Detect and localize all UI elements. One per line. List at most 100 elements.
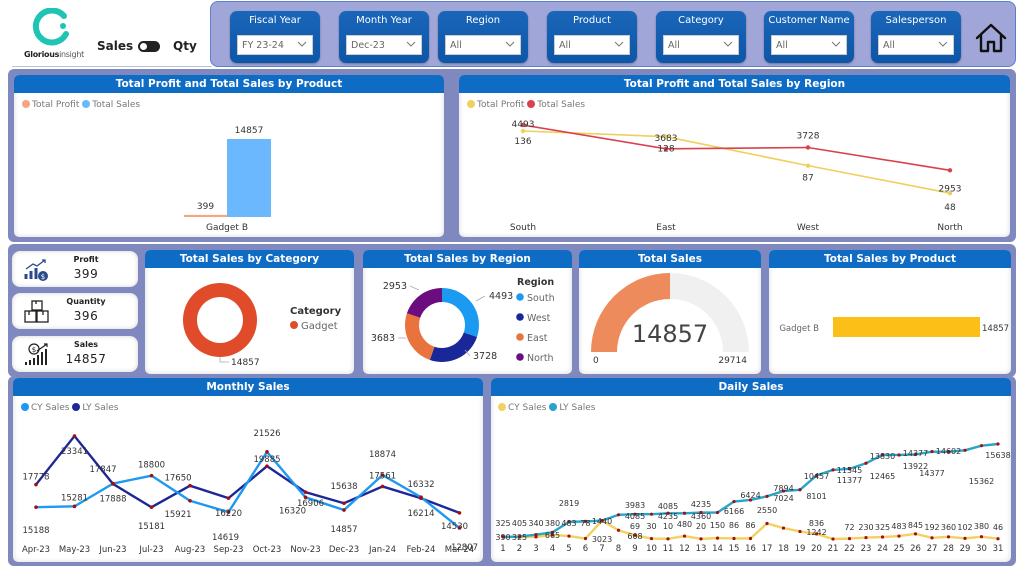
x-tick-label: 15 <box>729 544 740 554</box>
point-cy-sales <box>930 536 934 540</box>
point-cy-sales <box>567 534 571 538</box>
point-cy-sales <box>847 536 852 541</box>
header-divider <box>12 66 212 67</box>
point-cy-sales <box>149 473 154 478</box>
filter-bar: Fiscal Year FY 23-24 Month Year Dec-23 Regio… <box>210 1 1016 67</box>
x-tick-label: 18 <box>778 544 789 554</box>
slicer-title: Customer Name <box>768 15 850 26</box>
point-ly-sales <box>111 482 115 486</box>
x-tick-label: West <box>797 223 820 233</box>
point-ly-sales <box>996 442 1000 446</box>
data-label: 845 <box>908 521 923 530</box>
data-label: 480 <box>677 520 692 529</box>
sales-by-category-card: Total Sales by Category 14857 Category Gad… <box>145 250 354 374</box>
x-tick-label: 20 <box>811 544 822 554</box>
point-ly-sales <box>682 511 687 515</box>
x-tick-label: 1 <box>500 544 505 554</box>
bar-total-profit <box>184 214 227 217</box>
slicer-category: Category All <box>656 11 746 63</box>
data-label: 15638 <box>985 451 1010 460</box>
legend-dot <box>516 313 524 321</box>
x-tick-label: 30 <box>976 544 987 554</box>
x-tick-label: 21 <box>828 544 839 554</box>
slicer-value: All <box>559 40 571 51</box>
data-label-profit: 136 <box>514 137 531 147</box>
data-label: 665 <box>545 531 560 540</box>
x-tick-label: 7 <box>599 544 604 554</box>
slicer-dropdown[interactable]: All <box>663 35 739 55</box>
card-title: Total Sales by Category <box>145 250 354 268</box>
data-label: 4360 <box>691 512 711 521</box>
point-ly-sales <box>649 512 654 516</box>
data-label: 15362 <box>969 477 994 486</box>
point-ly-sales <box>616 513 621 517</box>
data-label-sales: 4493 <box>512 120 535 130</box>
point-cy-sales <box>765 521 769 526</box>
data-label: 16220 <box>215 509 242 519</box>
data-label: 14857 <box>235 126 264 136</box>
slicer-dropdown[interactable]: FY 23-24 <box>237 35 313 55</box>
slicer-customer-name: Customer Name All <box>764 11 854 63</box>
point-cy-sales <box>265 450 269 454</box>
x-tick-label: 14 <box>712 544 723 554</box>
data-label: 3728 <box>473 351 497 362</box>
brand-name: Gloriousinsight <box>18 50 90 59</box>
chevron-down-icon <box>297 41 307 47</box>
point-cy-sales <box>342 508 346 512</box>
data-label: 483 <box>561 519 576 528</box>
kpi-card-sales: $ Sales 14857 <box>12 336 138 372</box>
slicer-title: Region <box>465 15 501 26</box>
x-tick-label: 27 <box>927 544 938 554</box>
kpi-label: Quantity <box>66 297 106 306</box>
slicer-dropdown[interactable]: All <box>445 35 521 55</box>
point-ly-sales <box>303 490 308 494</box>
slicer-dropdown[interactable]: Dec-23 <box>346 35 422 55</box>
x-tick-label: Aug-23 <box>175 545 205 555</box>
home-icon[interactable] <box>974 21 1008 55</box>
data-label: 4085 <box>625 512 645 521</box>
data-label: 483 <box>891 522 906 531</box>
x-tick-label: Feb-24 <box>407 545 436 555</box>
data-label: 6424 <box>740 491 760 500</box>
donut-slice-north <box>406 288 442 318</box>
sales-qty-toggle[interactable] <box>138 41 160 52</box>
legend-label: East <box>527 333 548 344</box>
x-tick-label: 29 <box>960 544 971 554</box>
point-cy-sales <box>880 535 885 539</box>
point-cy-sales <box>715 536 720 540</box>
data-label-profit: 48 <box>944 203 956 213</box>
chevron-down-icon <box>505 41 515 47</box>
data-label: 4493 <box>489 291 513 302</box>
x-tick-label: 16 <box>745 544 756 554</box>
data-label: 102 <box>957 523 972 532</box>
data-label: 399 <box>197 202 214 212</box>
gauge-max-label: 29714 <box>718 356 747 366</box>
point-cy-sales <box>946 535 951 539</box>
slicer-value: All <box>668 40 680 51</box>
legend-label: South <box>527 293 555 304</box>
legend-label: Gadget <box>301 321 338 332</box>
slicer-dropdown[interactable]: All <box>554 35 630 55</box>
point-ly-sales <box>34 482 38 487</box>
data-label: 1242 <box>806 528 826 537</box>
monthly-line-chart: 1518815281 178881880015921146192152616320… <box>22 429 478 555</box>
x-tick-label: Dec-23 <box>329 545 359 555</box>
data-label: 405 <box>512 519 527 528</box>
logo-mark-icon <box>32 7 69 46</box>
slicer-dropdown[interactable]: All <box>771 35 847 55</box>
x-tick-label: South <box>510 223 536 233</box>
data-label: 14530 <box>441 522 468 532</box>
data-label: 14602 <box>936 447 961 456</box>
x-tick-label: Nov-23 <box>290 545 320 555</box>
donut-slice-east <box>405 313 435 360</box>
data-label: 19885 <box>253 455 280 465</box>
slicer-dropdown[interactable]: All <box>878 35 954 55</box>
product-hbar-chart: Gadget B 14857 <box>779 317 1009 337</box>
point-cy-sales <box>732 536 736 541</box>
slicer-title: Category <box>678 15 724 26</box>
data-label: 78 <box>580 519 590 528</box>
data-label: 16332 <box>407 480 434 490</box>
data-label: 11545 <box>837 466 862 475</box>
x-tick-label: May-23 <box>59 545 90 555</box>
data-label: 380 <box>974 522 989 531</box>
